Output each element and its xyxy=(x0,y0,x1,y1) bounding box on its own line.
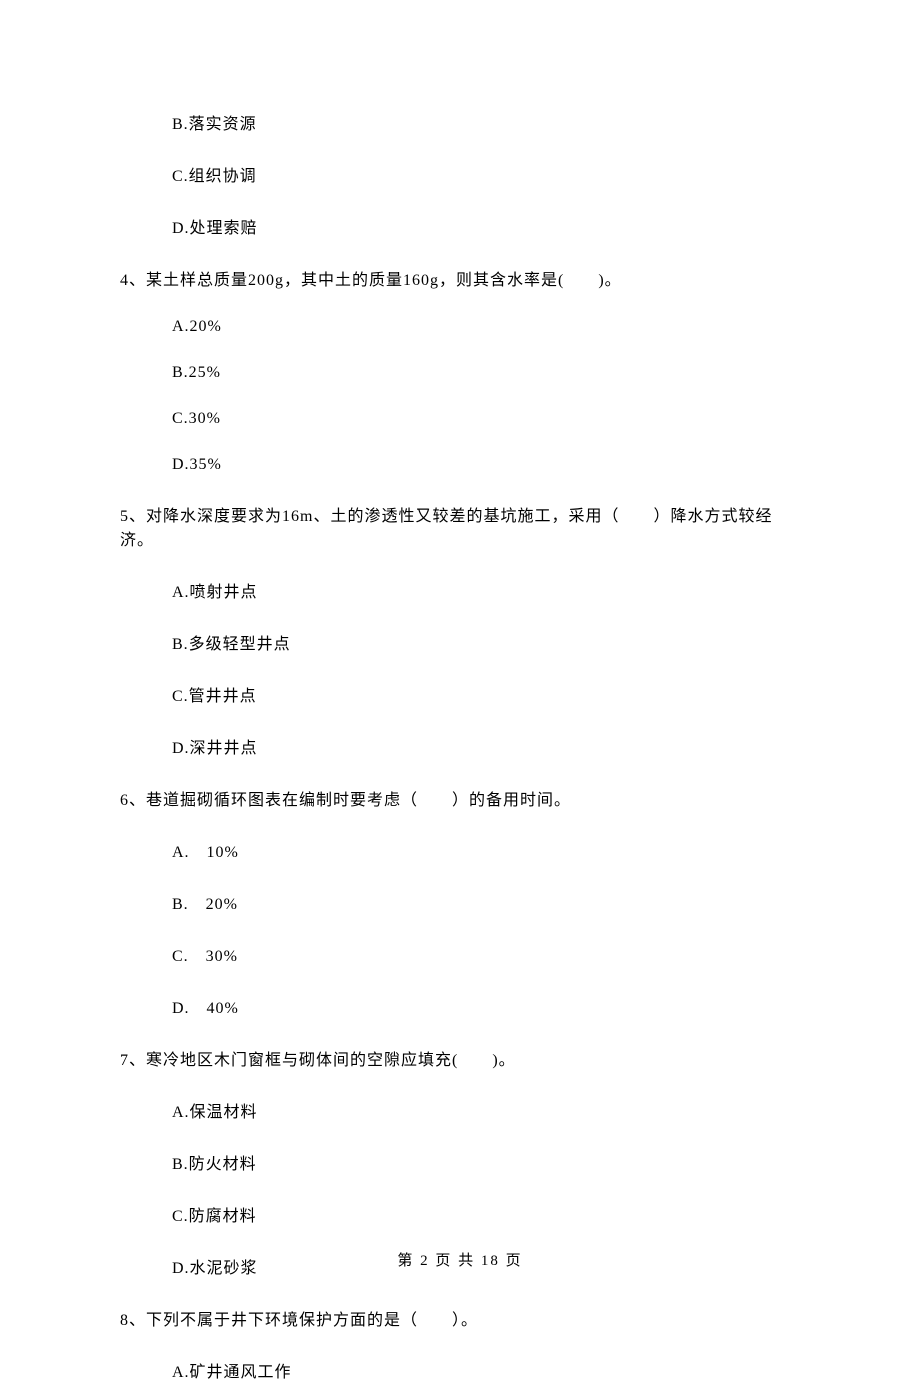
option-item: A.保温材料 xyxy=(120,1098,800,1122)
option-item: B. 20% xyxy=(120,890,800,914)
question-4: 4、某土样总质量200g，其中土的质量160g，则其含水率是( )。 xyxy=(120,266,800,290)
option-item: B.25% xyxy=(120,364,800,382)
question-6: 6、巷道掘砌循环图表在编制时要考虑（ ）的备用时间。 xyxy=(120,786,800,810)
option-item: D.深井井点 xyxy=(120,734,800,758)
option-item: C.30% xyxy=(120,410,800,428)
option-item: D.处理索赔 xyxy=(120,214,800,238)
page-content: B.落实资源 C.组织协调 D.处理索赔 4、某土样总质量200g，其中土的质量… xyxy=(0,0,920,1382)
page-footer: 第 2 页 共 18 页 xyxy=(0,1249,920,1270)
option-item: C.管井井点 xyxy=(120,682,800,706)
option-item: D. 40% xyxy=(120,994,800,1018)
option-item: A.矿井通风工作 xyxy=(120,1358,800,1382)
option-item: A.20% xyxy=(120,318,800,336)
option-item: D.35% xyxy=(120,456,800,474)
option-item: B.多级轻型井点 xyxy=(120,630,800,654)
option-item: B.落实资源 xyxy=(120,110,800,134)
option-item: A.喷射井点 xyxy=(120,578,800,602)
option-item: C. 30% xyxy=(120,942,800,966)
option-item: B.防火材料 xyxy=(120,1150,800,1174)
option-item: C.防腐材料 xyxy=(120,1202,800,1226)
question-7: 7、寒冷地区木门窗框与砌体间的空隙应填充( )。 xyxy=(120,1046,800,1070)
question-8: 8、下列不属于井下环境保护方面的是（ ）。 xyxy=(120,1306,800,1330)
option-item: A. 10% xyxy=(120,838,800,862)
question-5: 5、对降水深度要求为16m、土的渗透性又较差的基坑施工，采用（ ）降水方式较经济… xyxy=(120,502,800,550)
option-item: C.组织协调 xyxy=(120,162,800,186)
